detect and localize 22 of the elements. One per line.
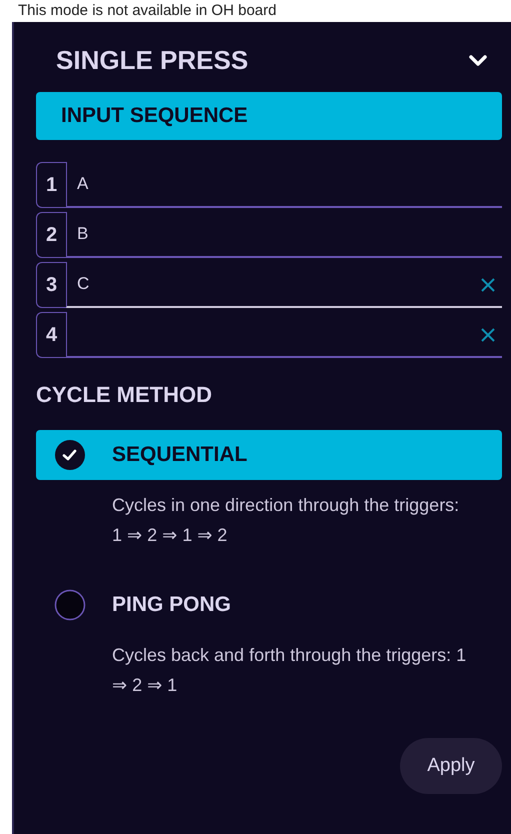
input-field[interactable]: A: [66, 162, 502, 208]
input-field[interactable]: C: [66, 262, 502, 308]
radio-icon: [54, 589, 86, 621]
option-description: Cycles back and forth through the triggers: 1 ⇒ 2 ⇒ 1: [112, 644, 468, 697]
step-number: 4: [36, 312, 66, 358]
section-title: CYCLE METHOD: [36, 382, 213, 408]
radio-option[interactable]: PING PONG: [36, 580, 502, 630]
section-header-bar: INPUT SEQUENCE: [36, 92, 502, 140]
chevron-icon[interactable]: [468, 53, 488, 67]
radio-option[interactable]: SEQUENTIAL: [36, 430, 502, 480]
step-number: 2: [36, 212, 66, 258]
clear-icon[interactable]: [480, 277, 496, 293]
checked-radio-icon: [54, 439, 86, 471]
notice-text: This mode is not available in OH board: [17, 1, 278, 21]
option-description: Cycles in one direction through the triggers: 1 ⇒ 2 ⇒ 1 ⇒ 2: [112, 494, 460, 547]
step-number: 3: [36, 262, 66, 308]
apply-button[interactable]: Apply: [400, 738, 502, 794]
section-title: SINGLE PRESS: [56, 44, 248, 76]
step-number: 1: [36, 162, 66, 208]
clear-icon[interactable]: [480, 327, 496, 343]
input-field[interactable]: [66, 312, 502, 358]
input-field[interactable]: B: [66, 212, 502, 258]
